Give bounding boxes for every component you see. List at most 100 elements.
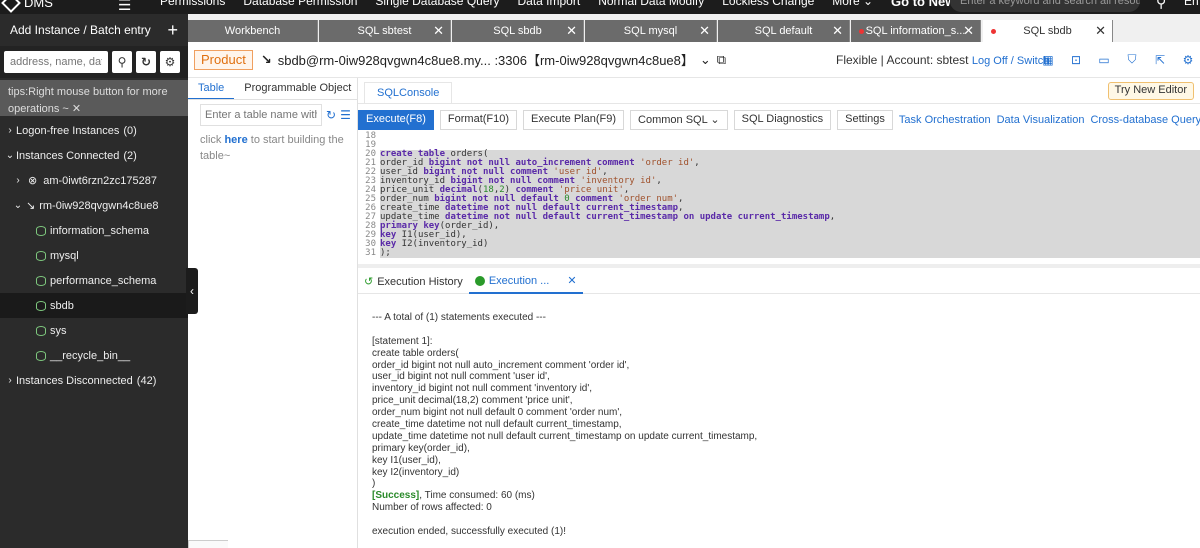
panel-splitter[interactable] bbox=[358, 264, 1200, 268]
tree-db-performance-schema[interactable]: performance_schema bbox=[0, 268, 188, 293]
close-tab-icon[interactable]: ✕ bbox=[1095, 23, 1106, 39]
tab-workbench[interactable]: Workbench bbox=[188, 20, 318, 42]
table-search-input[interactable] bbox=[200, 104, 322, 126]
here-link[interactable]: here bbox=[224, 134, 247, 146]
export-icon[interactable]: ⇱ bbox=[1152, 52, 1168, 68]
close-tab-icon[interactable]: ✕ bbox=[566, 23, 577, 39]
instance-sidebar: Add Instance / Batch entry + ⚲ ↻ ⚙ tips:… bbox=[0, 14, 188, 548]
tree-db-sbdb[interactable]: sbdb bbox=[0, 293, 188, 318]
connection-info[interactable]: ↘ sbdb@rm-0iw928qvgwn4c8ue8.my... :3306【… bbox=[261, 50, 726, 69]
settings-button[interactable]: Settings bbox=[837, 110, 893, 130]
chevron-right-icon: › bbox=[8, 125, 12, 136]
tab-table[interactable]: Table bbox=[188, 78, 235, 99]
object-panel-scrollbar[interactable] bbox=[188, 540, 228, 548]
close-tab-icon[interactable]: ✕ bbox=[567, 274, 576, 287]
tree-connected[interactable]: ⌄ Instances Connected (2) bbox=[0, 143, 188, 168]
result-sql-line: key I2(inventory_id) bbox=[372, 466, 460, 478]
tree-disconnected[interactable]: › Instances Disconnected (42) bbox=[0, 368, 188, 393]
tree-db-mysql[interactable]: mysql bbox=[0, 243, 188, 268]
editor-line: 18 bbox=[365, 131, 376, 141]
connection-header: Product ↘ sbdb@rm-0iw928qvgwn4c8ue8.my..… bbox=[188, 42, 1200, 78]
tree-instance-am[interactable]: › ⊗ am-0iwt6rzn2zc175287 bbox=[0, 168, 188, 193]
execute-button[interactable]: Execute(F8) bbox=[358, 110, 434, 130]
menu-permissions[interactable]: Permissions bbox=[160, 0, 225, 9]
instance-search-row: ⚲ ↻ ⚙ bbox=[0, 46, 188, 78]
tab-sql-default[interactable]: SQL default ✕ bbox=[718, 20, 850, 42]
database-icon bbox=[36, 225, 46, 236]
task-orchestration-link[interactable]: Task Orchestration bbox=[899, 114, 991, 126]
menu-single-database-query[interactable]: Single Database Query bbox=[375, 0, 499, 9]
logoff-switch-link[interactable]: Log Off / Switch bbox=[972, 55, 1049, 67]
result-sql-line: update_time datetime not null default cu… bbox=[372, 430, 758, 442]
refresh-icon[interactable]: ↻ bbox=[136, 51, 156, 73]
search-icon[interactable]: ⚲ bbox=[1156, 0, 1166, 11]
tab-sql-sbdb[interactable]: SQL sbdb ✕ bbox=[452, 20, 584, 42]
menu-more[interactable]: More ⌄ bbox=[832, 0, 873, 9]
close-tab-icon[interactable]: ✕ bbox=[832, 23, 843, 39]
menu-normal-data-modify[interactable]: Normal Data Modify bbox=[598, 0, 704, 9]
hamburger-menu-icon[interactable]: ☰ bbox=[118, 0, 131, 14]
copy-icon[interactable]: ⧉ bbox=[717, 52, 726, 68]
close-tab-icon[interactable]: ✕ bbox=[433, 23, 444, 39]
sql-editor[interactable]: 18 19 20 create table orders( 21 order_id … bbox=[358, 132, 1200, 264]
close-tab-icon[interactable]: ✕ bbox=[963, 23, 974, 39]
instance-search-input[interactable] bbox=[4, 51, 108, 73]
data-visualization-link[interactable]: Data Visualization bbox=[997, 114, 1085, 126]
tab-execution-history[interactable]: ↺ Execution History bbox=[358, 275, 469, 289]
tab-sql-information-schema[interactable]: SQL information_s... ✕ bbox=[851, 20, 981, 42]
tree-logon-free[interactable]: › Logon-free Instances (0) bbox=[0, 118, 188, 143]
try-new-editor-button[interactable]: Try New Editor bbox=[1107, 82, 1194, 100]
filter-icon[interactable]: ⚙ bbox=[160, 51, 180, 73]
chevron-down-icon: ⌄ bbox=[13, 200, 23, 211]
cross-database-query-link[interactable]: Cross-database Query bbox=[1090, 114, 1200, 126]
editor-line: 30 key I2(inventory_id) bbox=[358, 240, 1200, 249]
settings-icon[interactable]: ⚙ bbox=[1180, 52, 1196, 68]
sql-diagnostics-button[interactable]: SQL Diagnostics bbox=[733, 110, 832, 130]
tab-sql-console[interactable]: SQLConsole bbox=[364, 82, 453, 103]
instance-type-icon: ⊗ bbox=[28, 175, 38, 187]
result-sql-line: ) bbox=[372, 478, 376, 490]
menu-database-permission[interactable]: Database Permission bbox=[243, 0, 357, 9]
list-menu-icon[interactable]: ☰ bbox=[340, 108, 351, 122]
language-switch[interactable]: En bbox=[1184, 0, 1199, 8]
header-toolbar: ▦ ⊡ ▭ ⛉ ⇱ ⚙ bbox=[1040, 52, 1196, 68]
tab-sql-mysql[interactable]: SQL mysql ✕ bbox=[585, 20, 717, 42]
format-button[interactable]: Format(F10) bbox=[439, 110, 518, 130]
execute-plan-button[interactable]: Execute Plan(F9) bbox=[523, 110, 625, 130]
close-tips-icon[interactable]: ✕ bbox=[72, 103, 81, 115]
search-icon[interactable]: ⚲ bbox=[112, 51, 132, 73]
tab-programmable-object[interactable]: Programmable Object bbox=[234, 78, 361, 99]
collapse-sidebar-handle[interactable]: ‹ bbox=[186, 268, 198, 314]
grid-icon[interactable]: ▦ bbox=[1040, 52, 1056, 68]
shield-icon[interactable]: ⛉ bbox=[1124, 52, 1140, 68]
mysql-instance-icon: ↘ bbox=[26, 200, 36, 212]
chat-icon[interactable]: ▭ bbox=[1096, 52, 1112, 68]
dms-logo[interactable]: DMS bbox=[1, 0, 53, 13]
refresh-icon[interactable]: ↻ bbox=[326, 108, 336, 122]
tab-sql-sbtest[interactable]: SQL sbtest ✕ bbox=[319, 20, 451, 42]
menu-lockless-change[interactable]: Lockless Change bbox=[722, 0, 814, 9]
result-statement-label: [statement 1]: bbox=[372, 335, 433, 347]
add-instance-plus-icon[interactable]: + bbox=[167, 20, 178, 41]
tree-db-recycle-bin[interactable]: __recycle_bin__ bbox=[0, 343, 188, 368]
history-icon: ↺ bbox=[364, 276, 374, 288]
chevron-down-icon: ⌄ bbox=[5, 150, 15, 161]
chevron-down-icon[interactable]: ⌄ bbox=[700, 52, 711, 68]
result-sql-line: create table orders( bbox=[372, 347, 459, 359]
result-sql-line: primary key(order_id), bbox=[372, 442, 470, 454]
result-tabs: ↺ Execution History Execution ... ✕ bbox=[358, 270, 1200, 294]
result-sql-line: order_num bigint not null default 0 comm… bbox=[372, 407, 623, 419]
success-check-icon bbox=[474, 275, 485, 286]
menu-data-import[interactable]: Data Import bbox=[518, 0, 581, 9]
tab-sql-sbdb-active[interactable]: SQL sbdb ✕ bbox=[983, 20, 1113, 42]
tab-execution-result[interactable]: Execution ... ✕ bbox=[468, 270, 583, 294]
common-sql-dropdown[interactable]: Common SQL ⌄ bbox=[630, 110, 728, 130]
tree-instance-rm[interactable]: ⌄ ↘ rm-0iw928qvgwn4c8ue8 bbox=[0, 193, 188, 218]
tree-db-sys[interactable]: sys bbox=[0, 318, 188, 343]
global-search-input[interactable]: Enter a keyword and search all resources bbox=[950, 0, 1140, 12]
add-instance-label[interactable]: Add Instance / Batch entry bbox=[10, 23, 151, 37]
save-icon[interactable]: ⊡ bbox=[1068, 52, 1084, 68]
top-menu: Permissions Database Permission Single D… bbox=[160, 0, 1005, 9]
tree-db-information-schema[interactable]: information_schema bbox=[0, 218, 188, 243]
close-tab-icon[interactable]: ✕ bbox=[699, 23, 710, 39]
